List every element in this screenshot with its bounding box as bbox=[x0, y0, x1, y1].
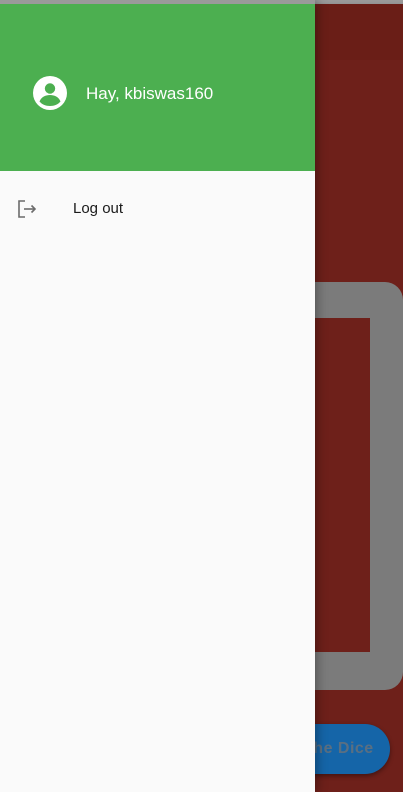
navigation-drawer: Hay, kbiswas160 Log out bbox=[0, 0, 315, 792]
drawer-item-logout[interactable]: Log out bbox=[0, 180, 315, 236]
drawer-header: Hay, kbiswas160 bbox=[0, 0, 315, 171]
logout-icon bbox=[16, 198, 38, 220]
account-circle-icon bbox=[32, 75, 68, 111]
drawer-item-label: Log out bbox=[73, 200, 124, 217]
user-greeting: Hay, kbiswas160 bbox=[86, 84, 214, 103]
